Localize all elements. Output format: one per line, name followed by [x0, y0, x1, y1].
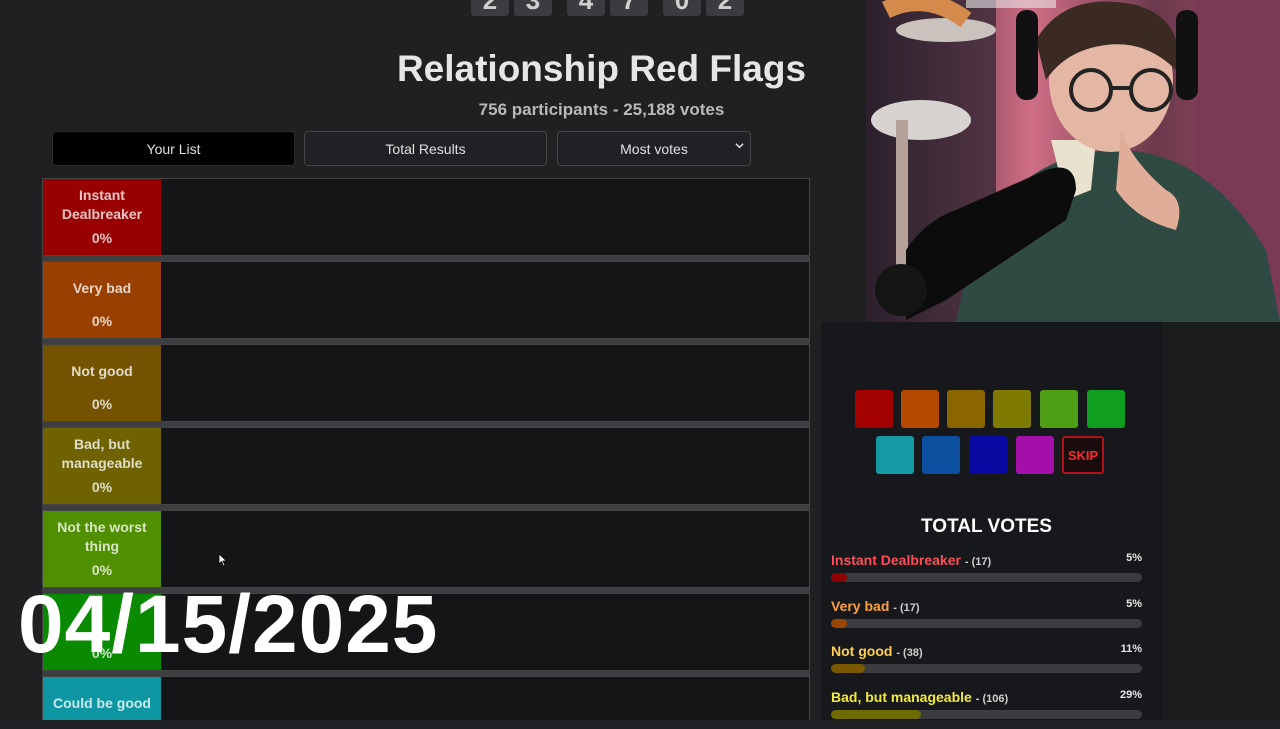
vote-progress-fill — [831, 710, 922, 719]
vote-progress-fill — [831, 573, 847, 582]
tier-label: Instant Dealbreaker 0% — [43, 179, 161, 255]
total-votes-title: TOTAL VOTES — [921, 516, 1052, 537]
tab-total-results-label: Total Results — [385, 140, 466, 157]
background-strip — [1162, 322, 1280, 720]
participants-summary: 756 participants - 25,188 votes — [478, 100, 725, 119]
tier-percent: 0% — [91, 230, 113, 246]
sort-select[interactable]: Most votes — [557, 131, 751, 166]
counter-digits: 2 3 4 7 0 2 — [471, 0, 744, 16]
palette-swatch-1[interactable] — [855, 390, 893, 428]
tier-percent: 0% — [91, 479, 113, 495]
tier-name: Very bad — [72, 279, 132, 296]
counter-digit: 0 — [663, 0, 701, 16]
palette-swatch-6[interactable] — [1087, 390, 1125, 428]
palette-swatch-5[interactable] — [1040, 390, 1078, 428]
vote-label: Not good - (38) — [831, 643, 923, 659]
tier-name: Not good — [71, 362, 133, 379]
tier-row-bad-but-manageable[interactable]: Bad, but manageable 0% — [42, 427, 810, 505]
vote-label-text: Bad, but manageable — [831, 689, 972, 705]
webcam-feed — [866, 0, 1280, 322]
palette-swatch-4[interactable] — [993, 390, 1031, 428]
tier-name: Instant Dealbreaker — [61, 187, 143, 222]
vote-count-value: (38) — [903, 647, 923, 659]
palette-swatch-7[interactable] — [876, 436, 914, 474]
vote-row: Bad, but manageable - (106) 29% — [831, 689, 1142, 729]
vote-progress-bar — [831, 664, 1142, 673]
counter-digit: 2 — [471, 0, 509, 16]
tab-total-results[interactable]: Total Results — [304, 131, 547, 166]
vote-label-text: Not good — [831, 643, 893, 659]
vote-percent: 11% — [1120, 643, 1142, 655]
vote-count-value: (17) — [971, 556, 992, 568]
vote-progress-bar — [831, 619, 1142, 628]
vote-percent: 5% — [1126, 598, 1142, 610]
tier-label: Not the worst thing 0% — [43, 511, 161, 587]
tier-label: Not good 0% — [43, 345, 161, 421]
vote-count-value: (106) — [982, 693, 1009, 705]
vote-row: Instant Dealbreaker - (17) 5% — [831, 552, 1142, 592]
tier-row-not-good[interactable]: Not good 0% — [42, 344, 810, 422]
skip-button-label: SKIP — [1067, 447, 1099, 463]
counter-digit: 7 — [610, 0, 648, 16]
palette-swatch-9[interactable] — [969, 436, 1007, 474]
tab-your-list-label: Your List — [146, 140, 201, 157]
tier-name: Bad, but manageable — [61, 436, 143, 471]
palette-swatch-8[interactable] — [922, 436, 960, 474]
vote-percent: 5% — [1126, 552, 1142, 564]
vote-label-text: Instant Dealbreaker — [831, 552, 961, 568]
vote-count: - (17) — [893, 602, 920, 614]
vote-count: - (17) — [964, 556, 992, 568]
tier-row-could-be-good[interactable]: Could be good — [42, 676, 810, 720]
vote-percent: 29% — [1119, 689, 1142, 701]
webcam-image — [866, 0, 1280, 322]
chevron-down-icon — [735, 143, 744, 149]
palette-swatch-3[interactable] — [947, 390, 985, 428]
counter-digit: 4 — [567, 0, 605, 16]
tier-percent: 0% — [91, 396, 113, 412]
vote-progress-bar — [831, 573, 1142, 582]
vote-progress-fill — [831, 664, 866, 673]
vote-row: Very bad - (17) 5% — [831, 598, 1142, 638]
palette-swatch-10[interactable] — [1016, 436, 1054, 474]
tier-label: Bad, but manageable 0% — [43, 428, 161, 504]
tier-row-not-the-worst-thing[interactable]: Not the worst thing 0% — [42, 510, 810, 588]
tier-label: Very bad 0% — [43, 262, 161, 338]
mouse-cursor-icon — [218, 553, 228, 567]
tab-your-list[interactable]: Your List — [52, 131, 295, 166]
overlay-date: 04/15/2025 — [18, 579, 439, 670]
page-title: Relationship Red Flags — [396, 48, 807, 89]
vote-label: Bad, but manageable - (106) — [831, 689, 1008, 705]
sort-select-value: Most votes — [620, 140, 688, 157]
vote-count: - (38) — [896, 647, 923, 659]
tier-list-page: 2 3 4 7 0 2 Relationship Red Flags 756 p… — [0, 0, 866, 720]
vote-label: Very bad - (17) — [831, 598, 920, 614]
vote-label-text: Very bad — [831, 598, 890, 614]
counter-digit: 3 — [514, 0, 552, 16]
tier-row-instant-dealbreaker[interactable]: Instant Dealbreaker 0% — [42, 178, 810, 256]
vote-row: Not good - (38) 11% — [831, 643, 1142, 683]
vote-count-value: (17) — [900, 602, 920, 614]
tier-name: Could be good — [53, 694, 151, 711]
tier-row-very-bad[interactable]: Very bad 0% — [42, 261, 810, 339]
skip-button[interactable]: SKIP — [1062, 436, 1104, 474]
vote-progress-bar — [831, 710, 1142, 719]
tier-percent: 0% — [91, 313, 113, 329]
vote-label: Instant Dealbreaker - (17) — [831, 552, 991, 568]
tier-name: Not the worst thing — [57, 519, 147, 554]
palette-swatch-2[interactable] — [901, 390, 939, 428]
vote-progress-fill — [831, 619, 847, 628]
counter-digit: 2 — [706, 0, 744, 16]
vote-count: - (106) — [975, 693, 1009, 705]
tier-percent: 0% — [91, 562, 113, 578]
tier-label: Could be good — [43, 677, 161, 720]
